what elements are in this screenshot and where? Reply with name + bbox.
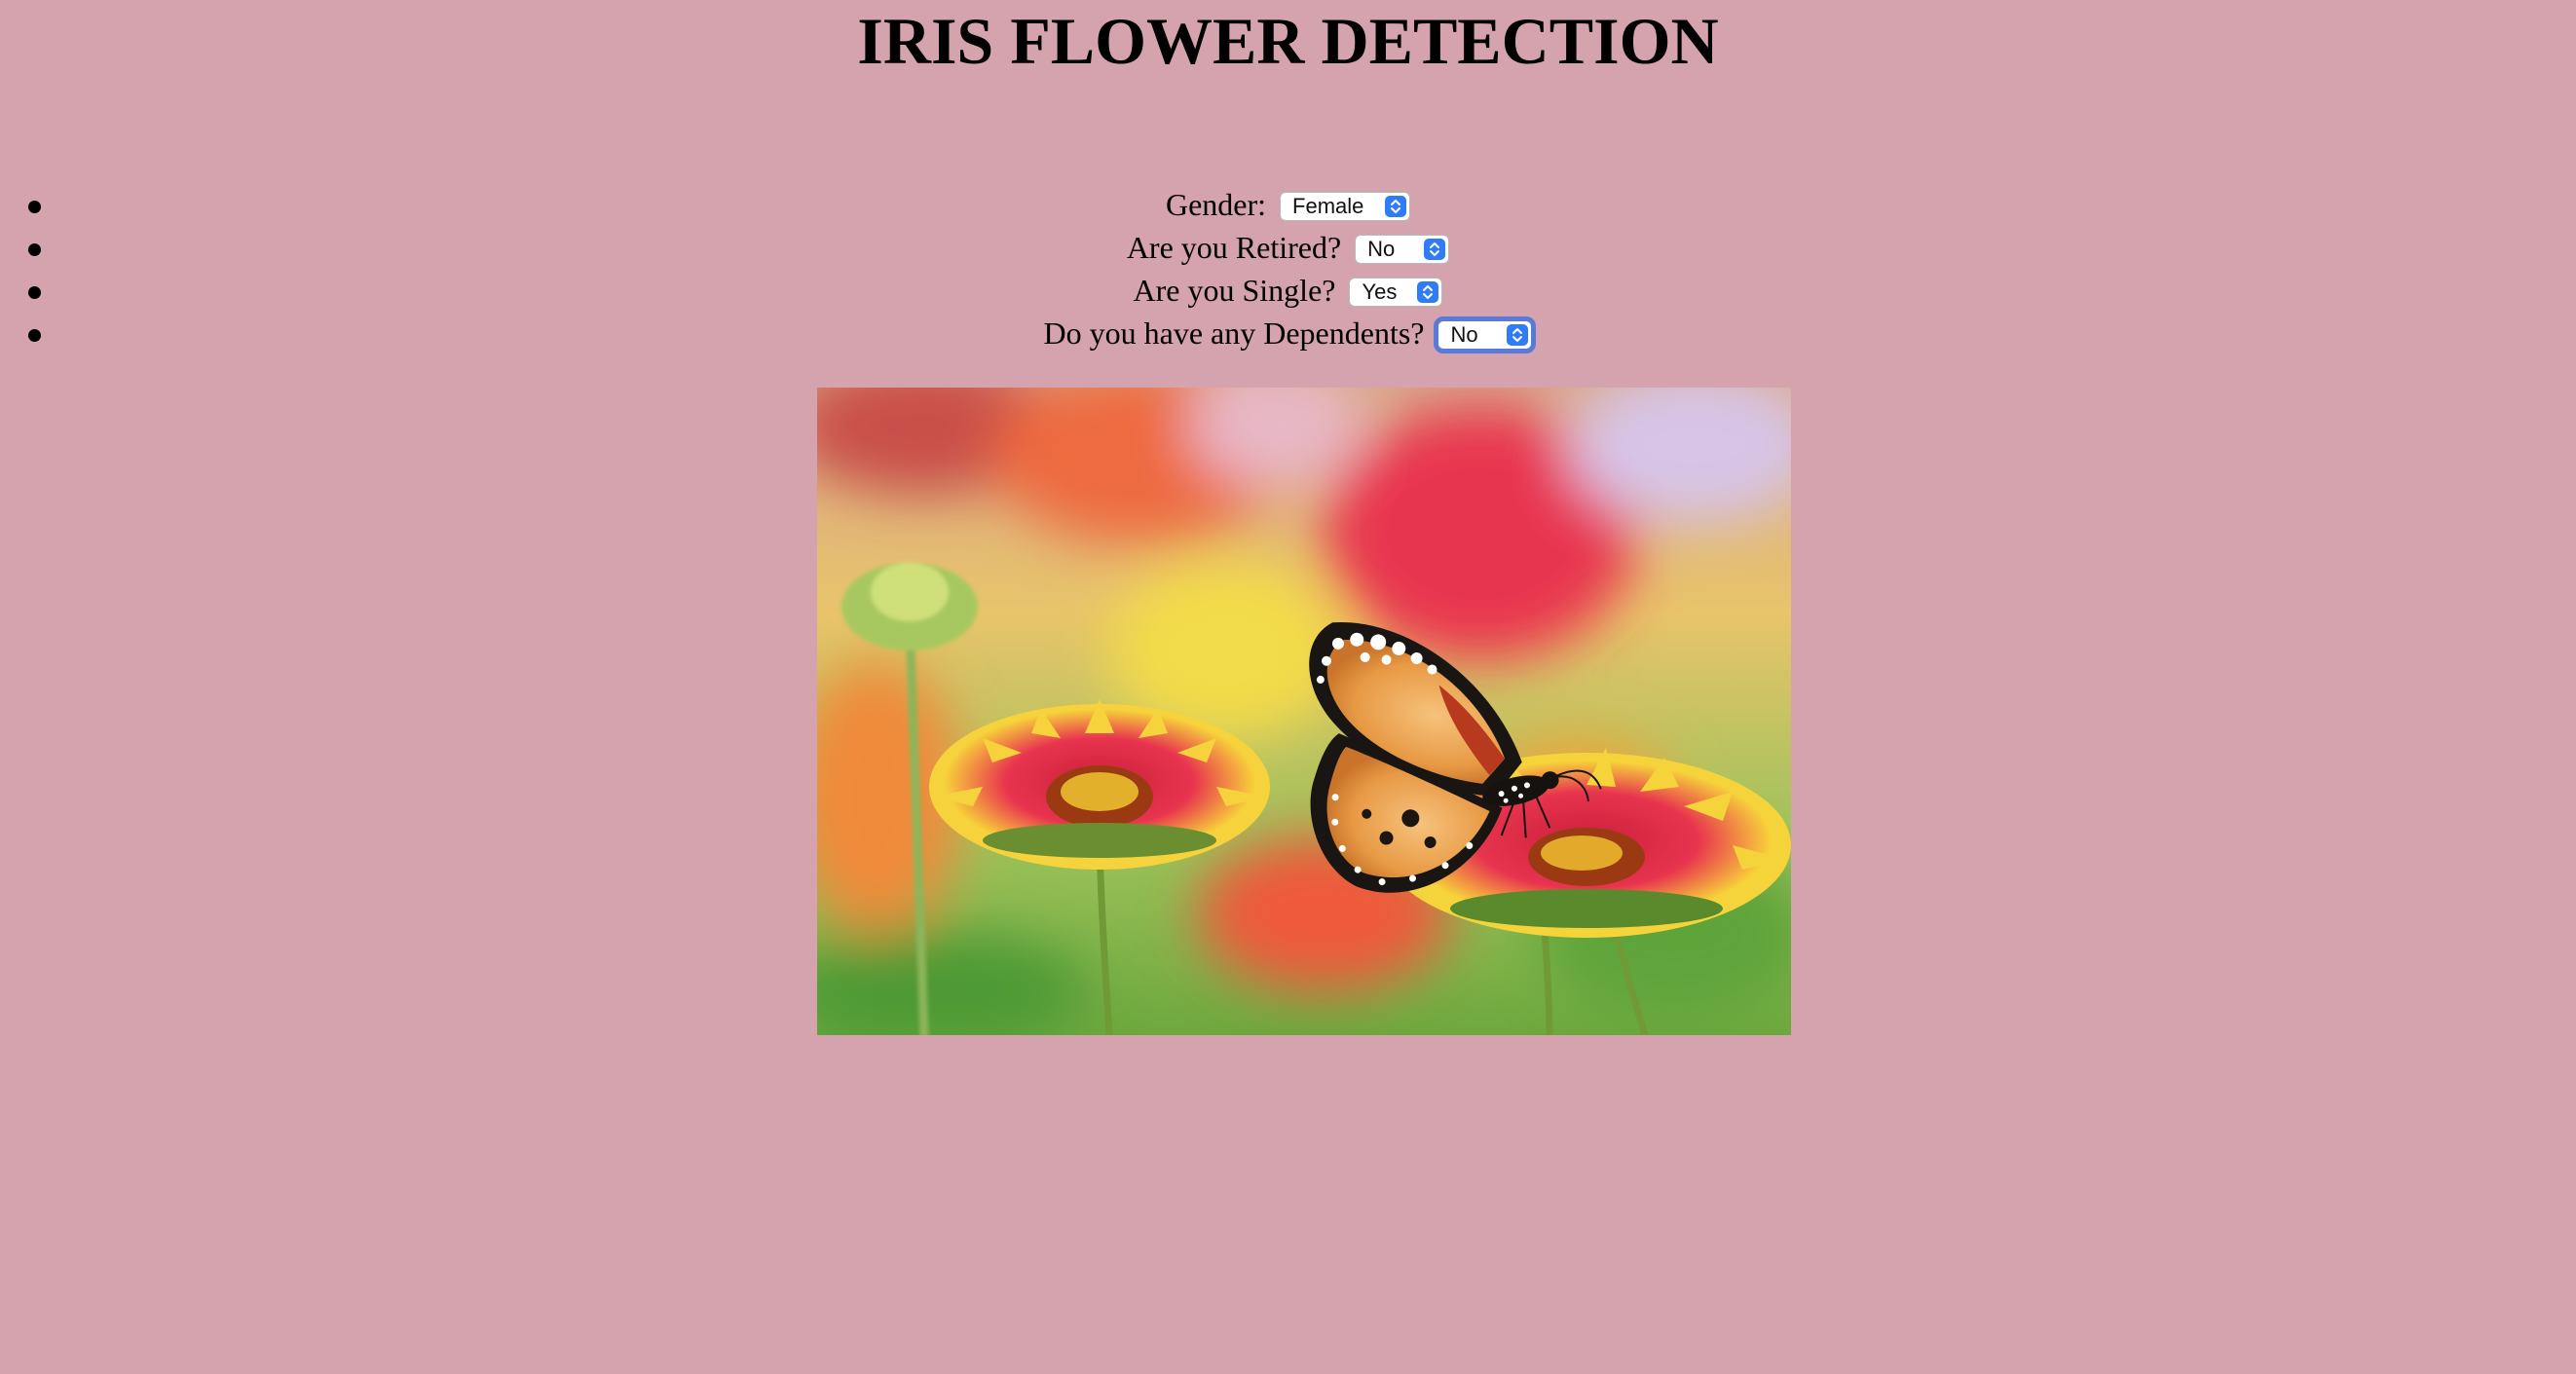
list-bullet: [28, 243, 41, 256]
question-gender: Gender: Female: [0, 183, 2576, 226]
single-label: Are you Single?: [1133, 272, 1336, 308]
page-title: IRIS FLOWER DETECTION: [857, 4, 1719, 78]
dependents-select[interactable]: No: [1434, 316, 1537, 353]
retired-label: Are you Retired?: [1126, 229, 1342, 265]
chevron-up-down-icon: [1507, 324, 1529, 346]
gender-label: Gender:: [1165, 186, 1267, 222]
chevron-up-down-icon: [1424, 239, 1446, 260]
list-bullet: [28, 286, 41, 299]
chevron-up-down-icon: [1417, 281, 1439, 303]
chevron-up-down-icon: [1385, 196, 1407, 217]
list-bullet: [28, 201, 41, 213]
single-select[interactable]: Yes: [1349, 278, 1443, 307]
retired-select-value: No: [1367, 237, 1396, 261]
dependents-label: Do you have any Dependents?: [1043, 315, 1425, 351]
dependents-select-value: No: [1450, 322, 1478, 347]
gender-select-value: Female: [1292, 194, 1364, 218]
retired-select[interactable]: No: [1355, 235, 1450, 264]
single-select-value: Yes: [1362, 279, 1398, 304]
page: IRIS FLOWER DETECTION Gender: Female Are…: [0, 0, 2576, 1374]
gender-select[interactable]: Female: [1280, 192, 1411, 221]
question-dependents: Do you have any Dependents? No: [0, 312, 2576, 354]
question-retired: Are you Retired? No: [0, 226, 2576, 269]
question-single: Are you Single? Yes: [0, 269, 2576, 312]
question-list: Gender: Female Are you Retired? No Are y…: [0, 183, 2576, 354]
butterfly-flower-image: [817, 388, 1791, 1035]
list-bullet: [28, 329, 41, 342]
